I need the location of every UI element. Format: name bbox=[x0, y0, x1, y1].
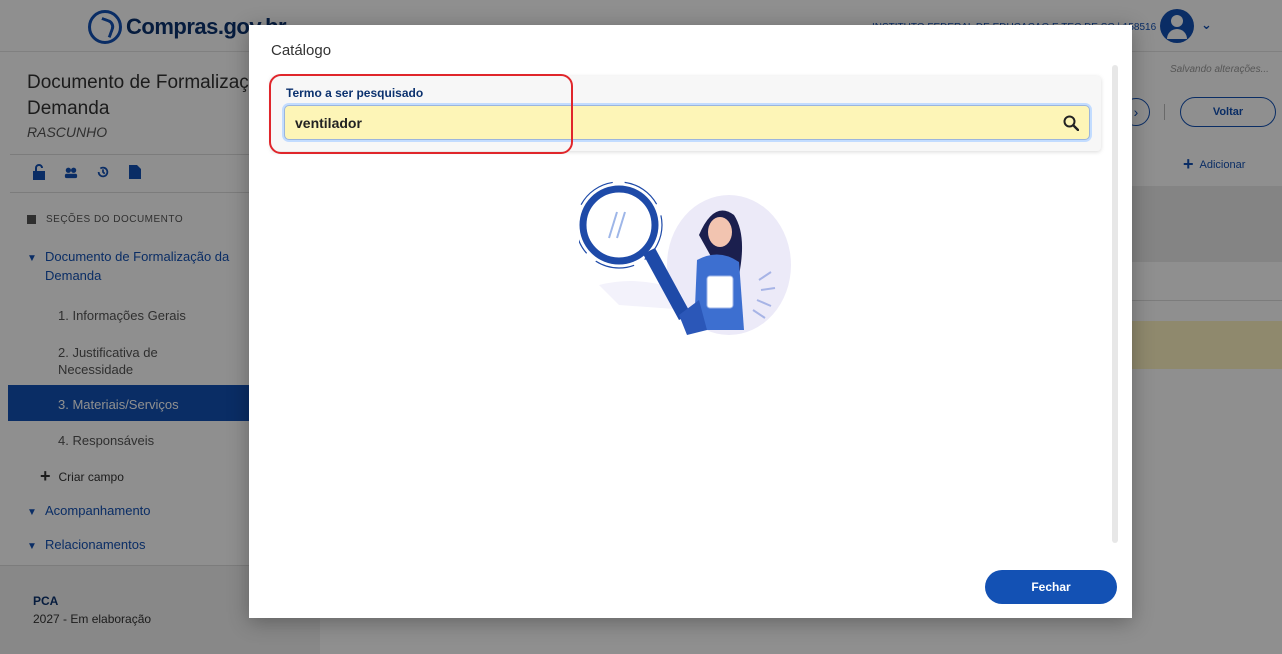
search-label: Termo a ser pesquisado bbox=[286, 86, 424, 100]
search-icon[interactable] bbox=[1063, 115, 1079, 131]
catalog-modal: Catálogo Termo a ser pesquisado Fechar bbox=[249, 25, 1132, 618]
close-button[interactable]: Fechar bbox=[985, 570, 1117, 604]
modal-scrollbar[interactable] bbox=[1112, 65, 1118, 543]
search-input[interactable] bbox=[285, 106, 1055, 139]
search-card: Termo a ser pesquisado bbox=[271, 76, 1101, 151]
modal-title: Catálogo bbox=[271, 42, 332, 59]
search-illustration bbox=[579, 181, 791, 335]
search-field bbox=[284, 105, 1090, 140]
